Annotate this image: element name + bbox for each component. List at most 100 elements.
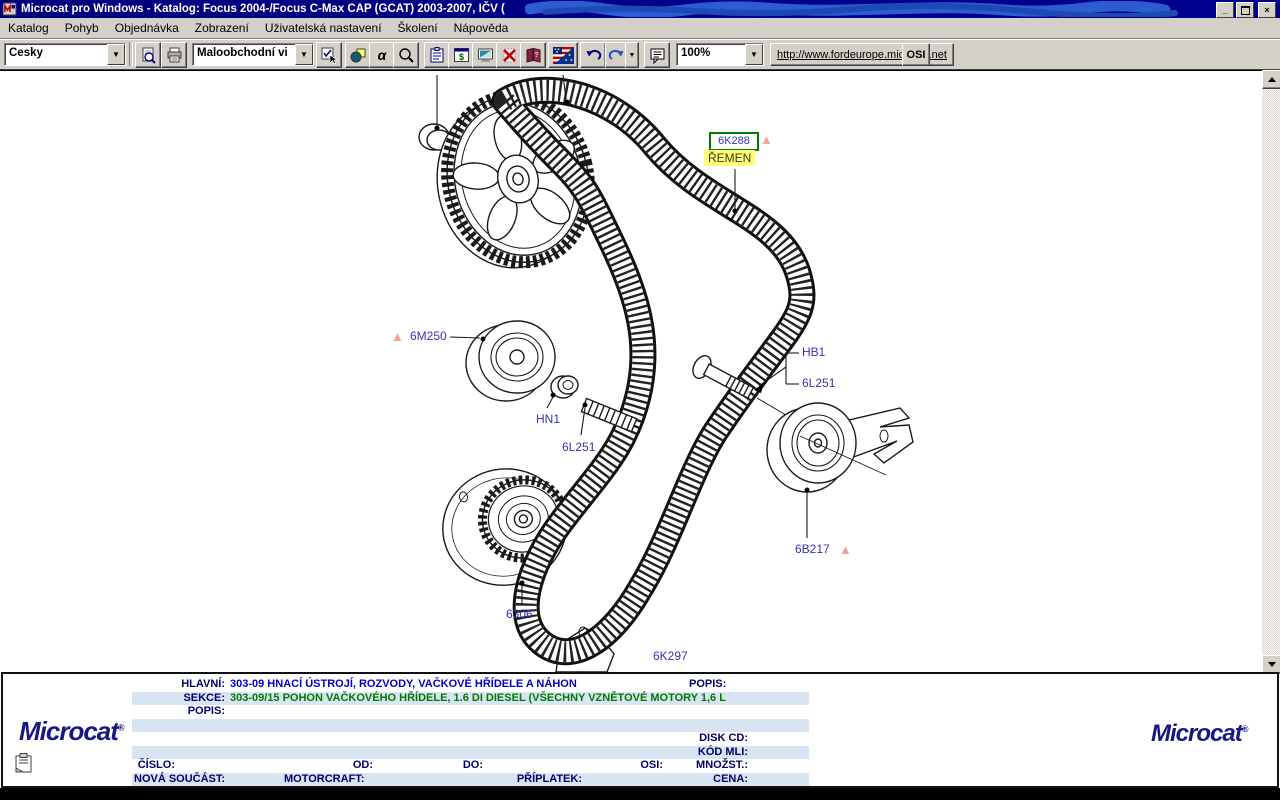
minimize-button[interactable]: _ bbox=[1216, 2, 1234, 18]
part-label-6M250[interactable]: 6M250 bbox=[410, 329, 447, 343]
idler-pulley bbox=[466, 321, 555, 401]
red-x-icon bbox=[501, 47, 518, 64]
osi-button[interactable]: OSI bbox=[902, 43, 930, 66]
row-band bbox=[132, 719, 809, 732]
osi-label: OSI: bbox=[593, 759, 663, 772]
window-title: Microcat pro Windows - Katalog: Focus 20… bbox=[21, 3, 505, 15]
part-label-6L251-left[interactable]: 6L251 bbox=[562, 440, 595, 454]
close-button[interactable]: × bbox=[1258, 2, 1276, 18]
clipboard-list-button[interactable] bbox=[424, 42, 450, 68]
microcat-logo-left: Microcat® bbox=[19, 716, 125, 747]
disk-cd-label: DISK CD: bbox=[603, 732, 748, 745]
svg-text:$: $ bbox=[458, 52, 463, 62]
menu-zobrazeni[interactable]: Zobrazení bbox=[187, 19, 257, 37]
warning-triangle-icon: ▲ bbox=[839, 543, 852, 556]
print-preview-icon bbox=[140, 47, 157, 64]
nova-soucast-label: NOVÁ SOUČÁST: bbox=[134, 773, 225, 786]
title-bar[interactable]: Microcat pro Windows - Katalog: Focus 20… bbox=[0, 0, 1280, 18]
shapes-button[interactable] bbox=[345, 42, 371, 68]
part-info-panel: HLAVNÍ: 303-09 HNACÍ ÚSTROJÍ, ROZVODY, V… bbox=[1, 672, 1279, 788]
magnifier-icon bbox=[398, 47, 415, 64]
part-label-HB1[interactable]: HB1 bbox=[802, 345, 825, 359]
delete-red-x-button[interactable] bbox=[496, 42, 522, 68]
redo-button[interactable] bbox=[605, 42, 627, 68]
part-label-6B217[interactable]: 6B217 bbox=[795, 542, 830, 556]
zoom-tool-button[interactable] bbox=[393, 42, 419, 68]
dollar-window-icon: $ bbox=[453, 47, 470, 64]
chevron-down-icon[interactable]: ▼ bbox=[745, 44, 763, 65]
warning-triangle-icon: ▲ bbox=[760, 133, 773, 146]
menu-bar: Katalog Pohyb Objednávka Zobrazení Uživa… bbox=[0, 18, 1280, 39]
menu-katalog[interactable]: Katalog bbox=[0, 19, 57, 37]
menu-napoveda[interactable]: Nápověda bbox=[446, 19, 517, 37]
priplatek-label: PŘÍPLATEK: bbox=[481, 773, 582, 786]
screen-view-button[interactable] bbox=[472, 42, 498, 68]
od-label: OD: bbox=[293, 759, 373, 772]
tensioner-pulley bbox=[767, 403, 913, 492]
motorcraft-label: MOTORCRAFT: bbox=[284, 773, 364, 786]
part-label-6K288[interactable]: 6K288 bbox=[709, 132, 759, 151]
toolbar: Cesky ▼ Maloobchodní vi ▼ bbox=[0, 39, 1280, 70]
menu-uzivatelska-nastaveni[interactable]: Uživatelská nastavení bbox=[257, 19, 390, 37]
print-preview-button[interactable] bbox=[135, 42, 161, 68]
warning-triangle-icon: ▲ bbox=[391, 330, 404, 343]
do-label: DO: bbox=[403, 759, 483, 772]
monitor-icon bbox=[477, 47, 494, 64]
language-flag-button[interactable] bbox=[548, 42, 578, 68]
part-label-remen[interactable]: ŘEMEN bbox=[704, 150, 755, 166]
price-window-button[interactable]: $ bbox=[448, 42, 474, 68]
pointer-select-icon bbox=[321, 47, 338, 64]
parts-diagram-canvas[interactable]: 6K288 ▲ ŘEMEN ▲ 6M250 HN1 6L251 HB1 6L25… bbox=[0, 70, 1262, 673]
redaction-scribble bbox=[525, 1, 1185, 17]
scroll-up-button[interactable] bbox=[1262, 70, 1280, 89]
view-select[interactable]: Maloobchodní vi ▼ bbox=[192, 43, 314, 66]
sekce-value[interactable]: 303-09/15 POHON VAČKOVÉHO HŘÍDELE, 1.6 D… bbox=[230, 692, 726, 705]
clipboard-icon bbox=[429, 47, 446, 64]
alpha-icon: α bbox=[378, 47, 387, 63]
window-bottom-edge bbox=[0, 788, 1280, 800]
book-icon: ? bbox=[525, 47, 542, 64]
chevron-down-icon[interactable]: ▼ bbox=[107, 44, 125, 65]
zoom-level-select[interactable]: 100% ▼ bbox=[676, 43, 764, 66]
cislo-label: ČÍSLO: bbox=[83, 759, 175, 772]
chevron-down-icon: ▼ bbox=[629, 52, 636, 59]
restore-button[interactable] bbox=[1236, 2, 1254, 18]
menu-skoleni[interactable]: Školení bbox=[390, 19, 446, 37]
part-label-6L251-right[interactable]: 6L251 bbox=[802, 376, 835, 390]
restore-icon bbox=[1241, 6, 1250, 15]
application-window: Microcat pro Windows - Katalog: Focus 20… bbox=[0, 0, 1280, 800]
arrow-up-icon bbox=[1268, 77, 1276, 82]
redo-icon bbox=[608, 47, 625, 64]
part-label-HN1[interactable]: HN1 bbox=[536, 412, 560, 426]
note-comment-button[interactable] bbox=[644, 42, 670, 68]
alpha-index-button[interactable]: α bbox=[369, 42, 395, 68]
arrow-down-icon bbox=[1268, 662, 1276, 667]
shapes-icon bbox=[350, 47, 367, 64]
menu-objednavka[interactable]: Objednávka bbox=[107, 19, 187, 37]
popis-right-label: POPIS: bbox=[689, 678, 726, 691]
part-label-6K297[interactable]: 6K297 bbox=[653, 649, 688, 663]
popis-label: POPIS: bbox=[131, 705, 225, 718]
language-select[interactable]: Cesky ▼ bbox=[4, 43, 126, 66]
hlavni-label: HLAVNÍ: bbox=[131, 678, 225, 691]
flag-icon bbox=[553, 47, 574, 64]
redo-dropdown-button[interactable]: ▼ bbox=[625, 42, 639, 68]
toolbar-separator bbox=[129, 42, 133, 66]
hlavni-value[interactable]: 303-09 HNACÍ ÚSTROJÍ, ROZVODY, VAČKOVÉ H… bbox=[230, 678, 577, 691]
mnozst-label: MNOŽST.: bbox=[667, 759, 748, 772]
part-label-6306[interactable]: 6306 bbox=[506, 607, 533, 621]
kod-mli-label: KÓD MLI: bbox=[603, 746, 748, 759]
print-icon bbox=[166, 47, 183, 64]
undo-button[interactable] bbox=[580, 42, 606, 68]
undo-icon bbox=[585, 47, 602, 64]
sekce-label: SEKCE: bbox=[131, 692, 225, 705]
pointer-select-button[interactable] bbox=[316, 42, 342, 68]
chevron-down-icon[interactable]: ▼ bbox=[295, 44, 313, 65]
vertical-scrollbar[interactable] bbox=[1262, 70, 1280, 672]
print-button[interactable] bbox=[161, 42, 187, 68]
timing-belt-diagram bbox=[0, 71, 1262, 673]
menu-pohyb[interactable]: Pohyb bbox=[57, 19, 107, 37]
help-book-button[interactable]: ? bbox=[520, 42, 546, 68]
notes-clipboard-icon[interactable] bbox=[13, 752, 35, 776]
svg-text:?: ? bbox=[534, 52, 538, 59]
